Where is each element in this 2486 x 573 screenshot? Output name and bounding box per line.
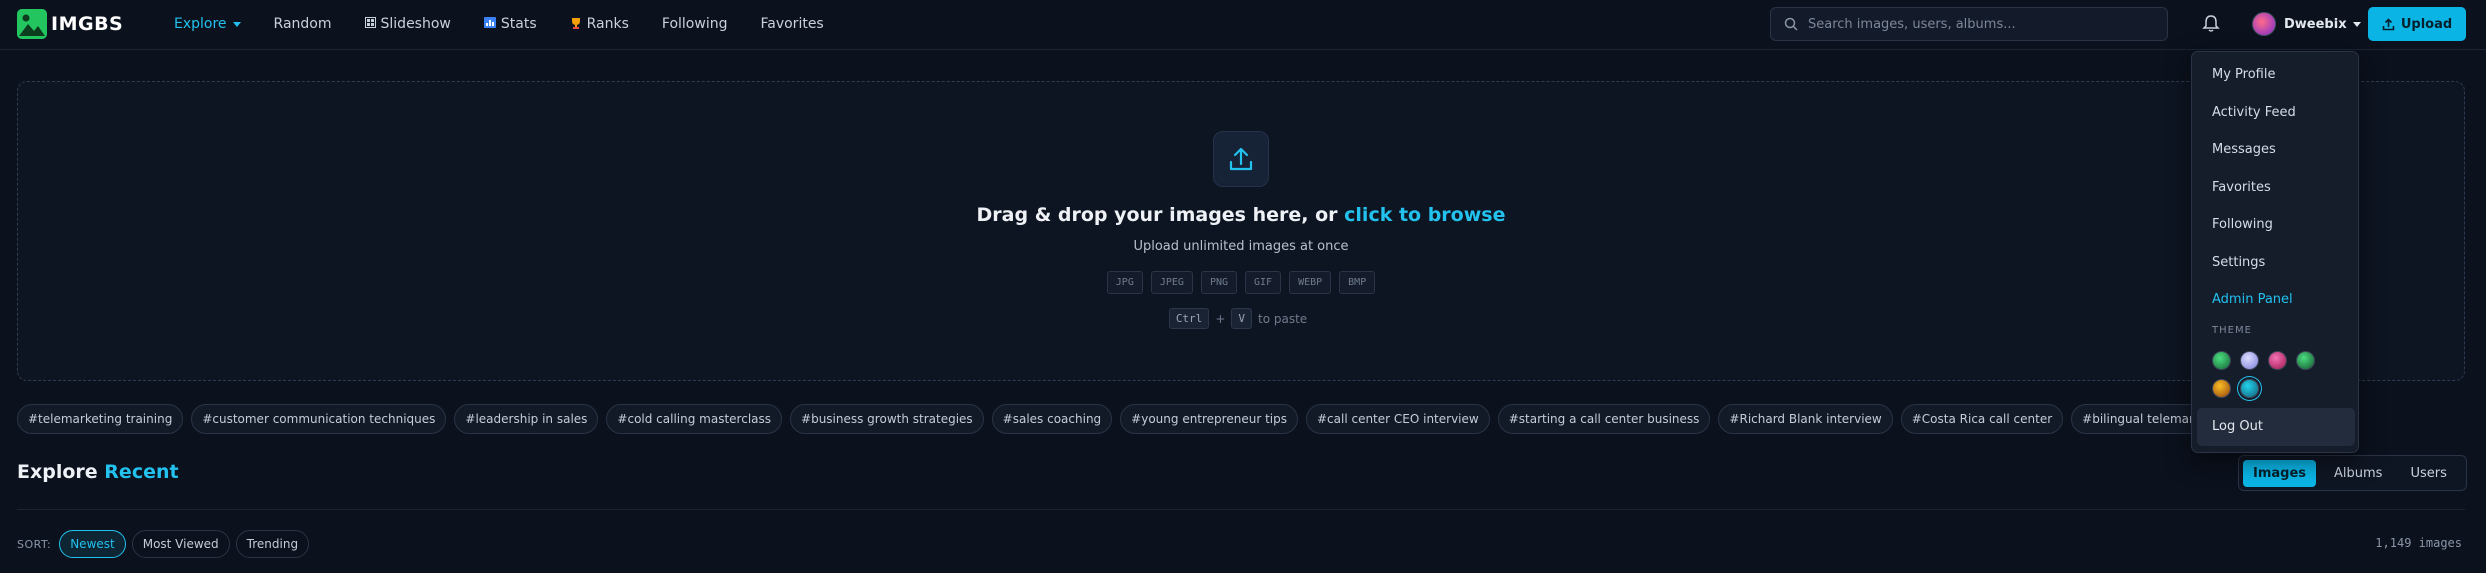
paste-hint: Ctrl + V to paste	[18, 308, 2464, 329]
user-dropdown-menu: My Profile Activity Feed Messages Favori…	[2191, 51, 2359, 453]
kbd-plus: +	[1215, 311, 1226, 326]
theme-swatch-amber[interactable]	[2212, 379, 2231, 398]
logo-icon	[17, 9, 47, 39]
main-nav: Explore Random Slideshow Stats Ranks Fol…	[174, 0, 857, 48]
site-logo[interactable]: IMGBS	[17, 9, 123, 39]
nav-following-label: Following	[661, 16, 728, 32]
nav-following[interactable]: Following	[662, 16, 728, 32]
tag-chip[interactable]: #sales coaching	[991, 404, 1113, 434]
tag-chip[interactable]: #call center CEO interview	[1305, 404, 1490, 434]
nav-random-label: Random	[273, 16, 332, 32]
search-box[interactable]	[1770, 7, 2168, 41]
sort-trending[interactable]: Trending	[235, 530, 310, 558]
menu-my-profile[interactable]: My Profile	[2212, 67, 2275, 82]
menu-favorites[interactable]: Favorites	[2212, 180, 2271, 195]
upload-icon	[2382, 17, 2395, 30]
format-badge: WEBP	[1289, 271, 1332, 294]
upload-button[interactable]: Upload	[2368, 7, 2466, 41]
slideshow-icon	[364, 17, 376, 31]
nav-explore-label: Explore	[174, 16, 227, 32]
tag-chip[interactable]: #telemarketing training	[17, 404, 184, 434]
brand-name: IMGBS	[51, 13, 124, 35]
nav-explore[interactable]: Explore	[174, 16, 241, 32]
tab-images[interactable]: Images	[2243, 459, 2317, 487]
upload-label: Upload	[2400, 16, 2453, 32]
nav-slideshow[interactable]: Slideshow	[364, 16, 451, 32]
chevron-down-icon	[2352, 21, 2361, 27]
format-badge: JPG	[1106, 271, 1143, 294]
divider	[17, 509, 2465, 510]
sort-newest[interactable]: Newest	[59, 530, 126, 558]
upload-dropzone[interactable]: Drag & drop your images here, or click t…	[17, 81, 2465, 381]
tag-chip[interactable]: #cold calling masterclass	[606, 404, 783, 434]
theme-swatch-lavender[interactable]	[2240, 351, 2259, 370]
section-title-text: Explore	[17, 461, 98, 483]
sort-most-viewed[interactable]: Most Viewed	[131, 530, 230, 558]
kbd-v: V	[1231, 308, 1252, 329]
tag-chip[interactable]: #business growth strategies	[790, 404, 984, 434]
dropzone-subtitle: Upload unlimited images at once	[1133, 239, 1349, 254]
explore-type-tabs: Images Albums Users	[2238, 455, 2467, 491]
dropzone-title: Drag & drop your images here, or click t…	[18, 204, 2464, 226]
theme-swatch-green[interactable]	[2212, 351, 2231, 370]
nav-stats-label: Stats	[500, 16, 537, 32]
avatar	[2252, 12, 2276, 36]
sort-bar: SORT: Newest Most Viewed Trending	[17, 530, 315, 558]
section-title-accent: Recent	[104, 461, 179, 483]
theme-swatch-emerald[interactable]	[2296, 351, 2315, 370]
tag-chip[interactable]: #Richard Blank interview	[1718, 404, 1893, 434]
menu-messages[interactable]: Messages	[2212, 142, 2276, 157]
logout-button[interactable]: Log Out	[2197, 408, 2355, 446]
upload-icon	[1213, 131, 1269, 187]
tag-chip[interactable]: #starting a call center business	[1497, 404, 1711, 434]
menu-following[interactable]: Following	[2212, 217, 2273, 232]
tab-users[interactable]: Users	[2400, 460, 2456, 487]
menu-admin-panel[interactable]: Admin Panel	[2212, 292, 2293, 307]
format-badge: BMP	[1339, 271, 1376, 294]
format-badge: PNG	[1200, 271, 1237, 294]
search-input[interactable]	[1808, 16, 2138, 32]
tag-chip[interactable]: #leadership in sales	[454, 404, 599, 434]
dropzone-title-text: Drag & drop your images here, or	[976, 204, 1345, 226]
notifications-icon[interactable]	[2202, 14, 2220, 37]
tab-albums[interactable]: Albums	[2324, 460, 2392, 487]
theme-label: THEME	[2212, 325, 2252, 336]
image-count: 1,149 images	[2375, 536, 2462, 550]
chevron-down-icon	[232, 21, 241, 27]
section-title: Explore Recent	[17, 461, 179, 483]
stats-icon	[483, 17, 496, 31]
nav-random[interactable]: Random	[274, 16, 332, 32]
nav-favorites[interactable]: Favorites	[760, 16, 823, 32]
menu-settings[interactable]: Settings	[2212, 255, 2265, 270]
sort-label: SORT:	[17, 537, 52, 551]
menu-activity-feed[interactable]: Activity Feed	[2212, 105, 2296, 120]
format-badge: GIF	[1245, 271, 1282, 294]
user-menu-button[interactable]: Dweebix	[2252, 11, 2361, 37]
tag-list: #telemarketing training #customer commun…	[17, 404, 2250, 434]
nav-ranks[interactable]: Ranks	[570, 16, 629, 32]
theme-swatch-cyan[interactable]	[2240, 379, 2259, 398]
tag-chip[interactable]: #young entrepreneur tips	[1120, 404, 1298, 434]
nav-stats[interactable]: Stats	[483, 16, 537, 32]
nav-ranks-label: Ranks	[586, 16, 629, 32]
username: Dweebix	[2284, 16, 2347, 32]
nav-slideshow-label: Slideshow	[380, 16, 451, 32]
browse-link[interactable]: click to browse	[1344, 204, 1505, 226]
trophy-icon	[570, 17, 582, 32]
search-icon	[1784, 17, 1798, 31]
paste-text: to paste	[1258, 311, 1308, 326]
logout-label: Log Out	[2212, 419, 2263, 434]
theme-swatch-pink[interactable]	[2268, 351, 2287, 370]
kbd-ctrl: Ctrl	[1168, 308, 1210, 329]
nav-favorites-label: Favorites	[760, 16, 824, 32]
format-list: JPG JPEG PNG GIF WEBP BMP	[18, 271, 2464, 294]
top-bar: IMGBS Explore Random Slideshow Stats Ran…	[0, 0, 2486, 50]
format-badge: JPEG	[1150, 271, 1193, 294]
tag-chip[interactable]: #customer communication techniques	[191, 404, 447, 434]
tag-chip[interactable]: #Costa Rica call center	[1900, 404, 2064, 434]
